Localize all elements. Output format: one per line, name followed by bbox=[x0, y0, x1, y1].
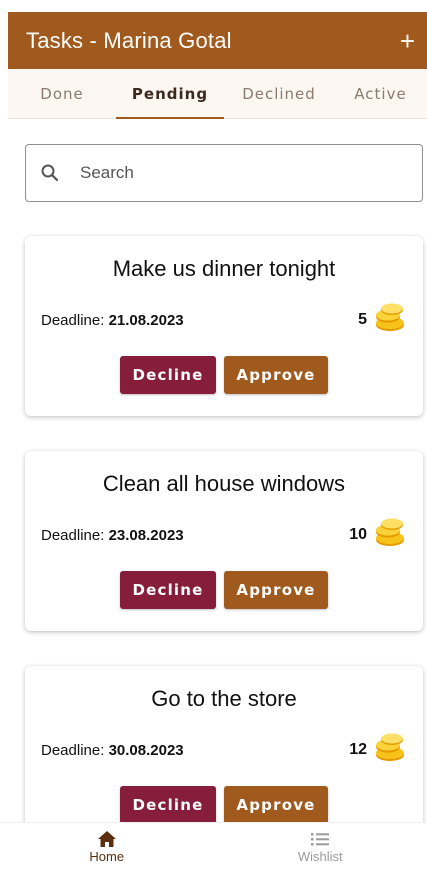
task-reward: 5 bbox=[358, 302, 407, 337]
coins-icon bbox=[373, 302, 407, 337]
coins-icon bbox=[373, 732, 407, 767]
reward-amount: 5 bbox=[358, 310, 367, 328]
page-title: Tasks - Marina Gotal bbox=[26, 27, 232, 53]
add-task-button[interactable]: + bbox=[400, 28, 415, 54]
deadline-date: 21.08.2023 bbox=[108, 312, 184, 329]
task-reward: 12 bbox=[349, 732, 407, 767]
task-card: Clean all house windows Deadline: 23.08.… bbox=[25, 451, 423, 631]
task-title: Go to the store bbox=[151, 686, 297, 711]
reward-amount: 12 bbox=[349, 740, 367, 758]
deadline-label: Deadline: bbox=[41, 527, 105, 544]
task-card: Go to the store Deadline: 30.08.2023 12 … bbox=[25, 666, 423, 846]
nav-home[interactable]: Home bbox=[0, 823, 214, 870]
approve-button[interactable]: Approve bbox=[224, 356, 328, 394]
decline-button[interactable]: Decline bbox=[120, 356, 216, 394]
list-icon bbox=[310, 829, 330, 849]
deadline-label: Deadline: bbox=[41, 312, 105, 329]
search-icon bbox=[40, 160, 66, 186]
bottom-navigation: Home Wishlist bbox=[0, 822, 427, 870]
home-icon bbox=[97, 829, 117, 849]
coins-icon bbox=[373, 517, 407, 552]
tab-active[interactable]: Active bbox=[334, 69, 427, 119]
app-bar: Tasks - Marina Gotal + bbox=[8, 12, 427, 69]
nav-home-label: Home bbox=[89, 849, 125, 864]
decline-button[interactable]: Decline bbox=[120, 571, 216, 609]
search-box[interactable] bbox=[25, 144, 423, 202]
nav-wishlist-label: Wishlist bbox=[297, 849, 343, 864]
task-deadline: Deadline: 21.08.2023 bbox=[41, 312, 184, 329]
reward-amount: 10 bbox=[349, 525, 367, 543]
deadline-date: 23.08.2023 bbox=[108, 527, 184, 544]
approve-button[interactable]: Approve bbox=[224, 786, 328, 824]
tab-done[interactable]: Done bbox=[8, 69, 116, 119]
tab-declined[interactable]: Declined bbox=[224, 69, 334, 119]
task-card: Make us dinner tonight Deadline: 21.08.2… bbox=[25, 236, 423, 416]
deadline-date: 30.08.2023 bbox=[108, 742, 184, 759]
search-input[interactable] bbox=[80, 163, 380, 183]
deadline-label: Deadline: bbox=[41, 742, 105, 759]
decline-button[interactable]: Decline bbox=[120, 786, 216, 824]
tab-pending[interactable]: Pending bbox=[116, 69, 224, 119]
task-title: Make us dinner tonight bbox=[112, 256, 336, 281]
approve-button[interactable]: Approve bbox=[224, 571, 328, 609]
nav-wishlist[interactable]: Wishlist bbox=[214, 823, 427, 870]
task-deadline: Deadline: 30.08.2023 bbox=[41, 742, 184, 759]
task-deadline: Deadline: 23.08.2023 bbox=[41, 527, 184, 544]
status-tabs: Done Pending Declined Active bbox=[8, 69, 427, 119]
task-title: Clean all house windows bbox=[102, 471, 346, 496]
task-reward: 10 bbox=[349, 517, 407, 552]
